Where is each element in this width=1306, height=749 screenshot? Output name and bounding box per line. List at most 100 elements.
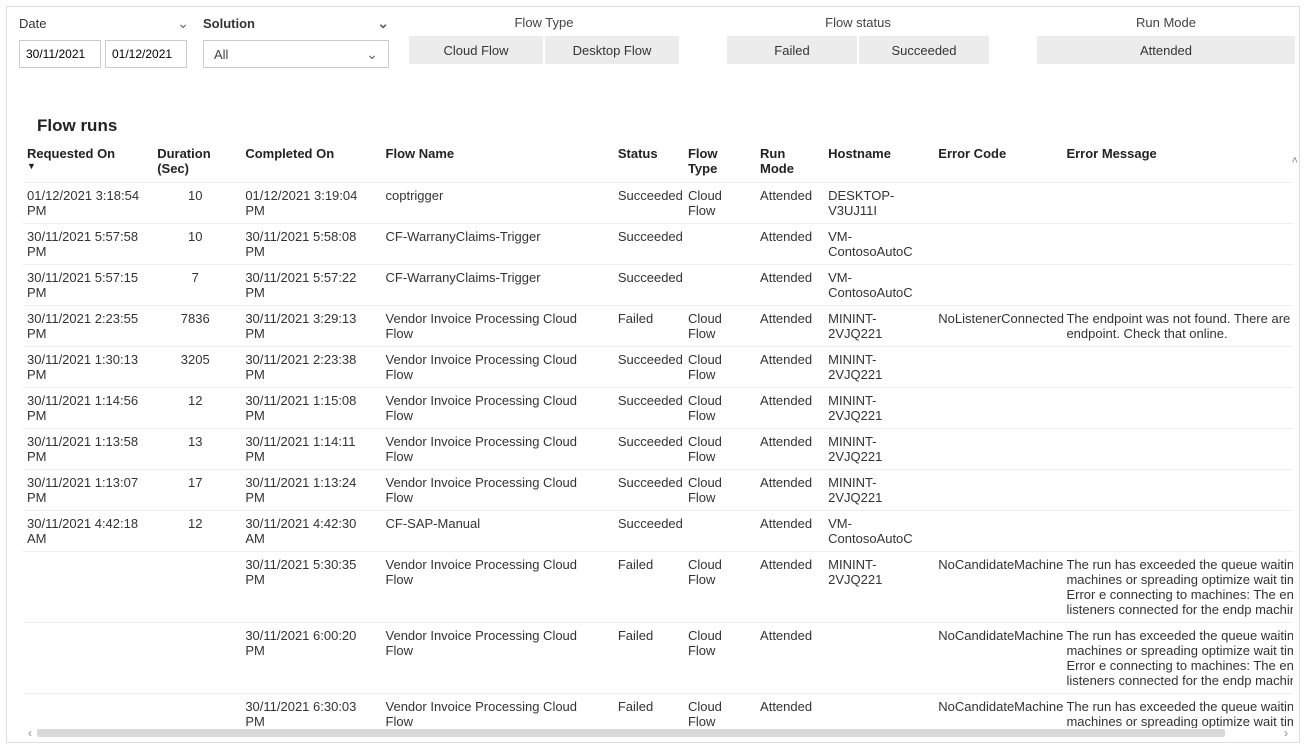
cell-run-mode: Attended <box>756 623 824 694</box>
cell-flow-type: Cloud Flow <box>684 429 756 470</box>
cell-status: Succeeded <box>614 511 684 552</box>
table-row[interactable]: 01/12/2021 3:18:54 PM1001/12/2021 3:19:0… <box>23 183 1293 224</box>
table-title: Flow runs <box>37 116 1299 136</box>
cell-requested-on: 30/11/2021 4:42:18 AM <box>23 511 153 552</box>
cell-hostname: VM-ContosoAutoC <box>824 265 934 306</box>
cell-completed-on: 30/11/2021 5:58:08 PM <box>241 224 381 265</box>
scroll-right-icon[interactable]: › <box>1279 726 1293 740</box>
cell-run-mode: Attended <box>756 552 824 623</box>
cell-completed-on: 30/11/2021 6:00:20 PM <box>241 623 381 694</box>
cell-duration: 10 <box>153 183 241 224</box>
table-row[interactable]: 30/11/2021 5:57:58 PM1030/11/2021 5:58:0… <box>23 224 1293 265</box>
cell-run-mode: Attended <box>756 429 824 470</box>
cell-hostname: DESKTOP-V3UJ11I <box>824 183 934 224</box>
cell-error-message <box>1062 388 1293 429</box>
col-hostname[interactable]: Hostname <box>824 140 934 183</box>
col-duration[interactable]: Duration (Sec) <box>153 140 241 183</box>
run-mode-attended-button[interactable]: Attended <box>1037 36 1295 64</box>
cell-requested-on: 30/11/2021 1:30:13 PM <box>23 347 153 388</box>
cell-hostname: VM-ContosoAutoC <box>824 511 934 552</box>
cell-flow-type: Cloud Flow <box>684 347 756 388</box>
flow-runs-table-wrap: Requested On ▼ Duration (Sec) Completed … <box>23 140 1293 728</box>
run-mode-label: Run Mode <box>1136 15 1196 30</box>
table-row[interactable]: 30/11/2021 5:30:35 PMVendor Invoice Proc… <box>23 552 1293 623</box>
col-status[interactable]: Status <box>614 140 684 183</box>
flow-runs-table: Requested On ▼ Duration (Sec) Completed … <box>23 140 1293 728</box>
solution-filter: Solution ⌄ All ⌄ <box>203 15 389 68</box>
scroll-left-icon[interactable]: ‹ <box>23 726 37 740</box>
cell-flow-name: Vendor Invoice Processing Cloud Flow <box>382 388 614 429</box>
cell-hostname: MININT-2VJQ221 <box>824 429 934 470</box>
cell-flow-name: CF-WarranyClaims-Trigger <box>382 265 614 306</box>
cell-completed-on: 30/11/2021 1:15:08 PM <box>241 388 381 429</box>
table-row[interactable]: 30/11/2021 1:13:58 PM1330/11/2021 1:14:1… <box>23 429 1293 470</box>
cell-completed-on: 01/12/2021 3:19:04 PM <box>241 183 381 224</box>
cell-error-message <box>1062 265 1293 306</box>
horizontal-scrollbar[interactable]: ‹ › <box>23 726 1293 740</box>
date-to-input[interactable] <box>105 40 187 68</box>
scroll-up-icon[interactable]: ˄ <box>1292 155 1298 167</box>
cell-duration: 13 <box>153 429 241 470</box>
flow-status-succeeded-button[interactable]: Succeeded <box>859 36 989 64</box>
table-row[interactable]: 30/11/2021 2:23:55 PM783630/11/2021 3:29… <box>23 306 1293 347</box>
cell-hostname: VM-ContosoAutoC <box>824 224 934 265</box>
col-error-code[interactable]: Error Code <box>934 140 1062 183</box>
table-row[interactable]: 30/11/2021 1:13:07 PM1730/11/2021 1:13:2… <box>23 470 1293 511</box>
table-row[interactable]: 30/11/2021 4:42:18 AM1230/11/2021 4:42:3… <box>23 511 1293 552</box>
cell-duration <box>153 694 241 729</box>
col-error-message[interactable]: Error Message <box>1062 140 1293 183</box>
cell-completed-on: 30/11/2021 4:42:30 AM <box>241 511 381 552</box>
cell-error-message <box>1062 470 1293 511</box>
cell-error-message: The run has exceeded the queue waiting a… <box>1062 552 1293 623</box>
flow-status-failed-button[interactable]: Failed <box>727 36 857 64</box>
cell-status: Failed <box>614 306 684 347</box>
scrollbar-thumb[interactable] <box>37 729 1225 737</box>
col-flow-name[interactable]: Flow Name <box>382 140 614 183</box>
cell-flow-name: Vendor Invoice Processing Cloud Flow <box>382 429 614 470</box>
solution-select[interactable]: All ⌄ <box>203 40 389 68</box>
chevron-down-icon[interactable]: ⌄ <box>177 15 189 32</box>
cell-error-code <box>934 347 1062 388</box>
date-from-input[interactable] <box>19 40 101 68</box>
cell-error-code <box>934 511 1062 552</box>
chevron-down-icon[interactable]: ⌄ <box>377 15 389 32</box>
cell-run-mode: Attended <box>756 183 824 224</box>
flow-type-desktop-button[interactable]: Desktop Flow <box>545 36 679 64</box>
table-row[interactable]: 30/11/2021 5:57:15 PM730/11/2021 5:57:22… <box>23 265 1293 306</box>
cell-error-message <box>1062 511 1293 552</box>
col-flow-type[interactable]: Flow Type <box>684 140 756 183</box>
cell-duration: 7 <box>153 265 241 306</box>
cell-error-code <box>934 429 1062 470</box>
table-row[interactable]: 30/11/2021 1:30:13 PM320530/11/2021 2:23… <box>23 347 1293 388</box>
col-run-mode[interactable]: Run Mode <box>756 140 824 183</box>
cell-error-message <box>1062 224 1293 265</box>
table-row[interactable]: 30/11/2021 6:30:03 PMVendor Invoice Proc… <box>23 694 1293 729</box>
table-row[interactable]: 30/11/2021 1:14:56 PM1230/11/2021 1:15:0… <box>23 388 1293 429</box>
cell-flow-type <box>684 511 756 552</box>
cell-completed-on: 30/11/2021 1:13:24 PM <box>241 470 381 511</box>
col-requested-on[interactable]: Requested On ▼ <box>23 140 153 183</box>
cell-run-mode: Attended <box>756 265 824 306</box>
cell-requested-on: 30/11/2021 1:14:56 PM <box>23 388 153 429</box>
cell-error-code <box>934 470 1062 511</box>
cell-run-mode: Attended <box>756 694 824 729</box>
cell-duration: 12 <box>153 511 241 552</box>
col-completed-on[interactable]: Completed On <box>241 140 381 183</box>
flow-type-slicer: Flow Type Cloud Flow Desktop Flow <box>409 15 679 64</box>
cell-flow-type: Cloud Flow <box>684 552 756 623</box>
cell-flow-type: Cloud Flow <box>684 470 756 511</box>
flow-status-slicer: Flow status Failed Succeeded <box>727 15 989 64</box>
cell-status: Succeeded <box>614 265 684 306</box>
flow-type-cloud-button[interactable]: Cloud Flow <box>409 36 543 64</box>
table-row[interactable]: 30/11/2021 6:00:20 PMVendor Invoice Proc… <box>23 623 1293 694</box>
cell-requested-on: 01/12/2021 3:18:54 PM <box>23 183 153 224</box>
cell-error-code: NoListenerConnected <box>934 306 1062 347</box>
cell-error-code <box>934 388 1062 429</box>
cell-error-message <box>1062 429 1293 470</box>
date-label: Date <box>19 16 46 31</box>
solution-selected: All <box>214 47 228 62</box>
cell-requested-on: 30/11/2021 1:13:58 PM <box>23 429 153 470</box>
cell-flow-name: CF-SAP-Manual <box>382 511 614 552</box>
cell-flow-name: Vendor Invoice Processing Cloud Flow <box>382 306 614 347</box>
cell-completed-on: 30/11/2021 2:23:38 PM <box>241 347 381 388</box>
